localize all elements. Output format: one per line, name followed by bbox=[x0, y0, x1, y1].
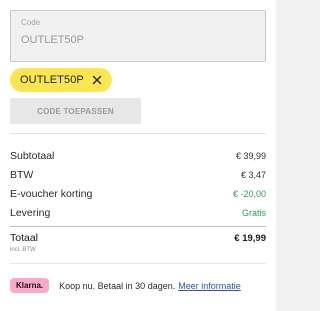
delivery-label: Levering bbox=[10, 206, 51, 219]
price-summary: Subtotaal € 39,99 BTW € 3,47 E-voucher k… bbox=[10, 146, 266, 222]
voucher-code-label: Code bbox=[21, 18, 41, 27]
order-summary-panel: Code OUTLET50P CODE TOEPASSEN Subtotaal … bbox=[10, 10, 266, 293]
subtotal-label: Subtotaal bbox=[10, 149, 55, 162]
divider bbox=[10, 133, 266, 134]
voucher-discount-value: € -20,00 bbox=[232, 188, 266, 199]
klarna-more-info-link[interactable]: Meer informatie bbox=[178, 281, 241, 291]
total-row: Totaal incl. BTW € 19,99 bbox=[10, 232, 266, 254]
total-divider bbox=[10, 226, 266, 227]
klarna-info: Klarna. Koop nu. Betaal in 30 dagen. Mee… bbox=[10, 278, 266, 293]
summary-row-subtotal: Subtotaal € 39,99 bbox=[10, 146, 266, 165]
total-label: Totaal bbox=[10, 232, 39, 244]
total-label-group: Totaal incl. BTW bbox=[10, 232, 38, 254]
klarna-logo: Klarna. bbox=[10, 278, 50, 293]
vat-label: BTW bbox=[10, 168, 34, 181]
voucher-discount-label: E-voucher korting bbox=[10, 187, 93, 200]
klarna-text: Koop nu. Betaal in 30 dagen. bbox=[59, 280, 176, 291]
summary-row-vat: BTW € 3,47 bbox=[10, 165, 266, 184]
total-vat-note: incl. BTW bbox=[10, 247, 36, 253]
summary-row-delivery: Levering Gratis bbox=[10, 203, 266, 222]
divider bbox=[10, 263, 266, 264]
subtotal-value: € 39,99 bbox=[235, 150, 266, 161]
cart-summary-page: Code OUTLET50P CODE TOEPASSEN Subtotaal … bbox=[0, 0, 320, 311]
voucher-code-input[interactable] bbox=[21, 34, 221, 46]
side-background bbox=[276, 0, 320, 311]
applied-voucher-chip: OUTLET50P bbox=[10, 68, 112, 92]
close-icon[interactable] bbox=[92, 75, 102, 85]
delivery-value: Gratis bbox=[241, 207, 266, 218]
voucher-code-field[interactable]: Code bbox=[10, 10, 266, 62]
total-value: € 19,99 bbox=[234, 233, 266, 244]
apply-code-button[interactable]: CODE TOEPASSEN bbox=[10, 98, 141, 124]
applied-voucher-code: OUTLET50P bbox=[20, 74, 84, 86]
vat-value: € 3,47 bbox=[240, 169, 266, 180]
summary-row-voucher-discount: E-voucher korting € -20,00 bbox=[10, 184, 266, 203]
